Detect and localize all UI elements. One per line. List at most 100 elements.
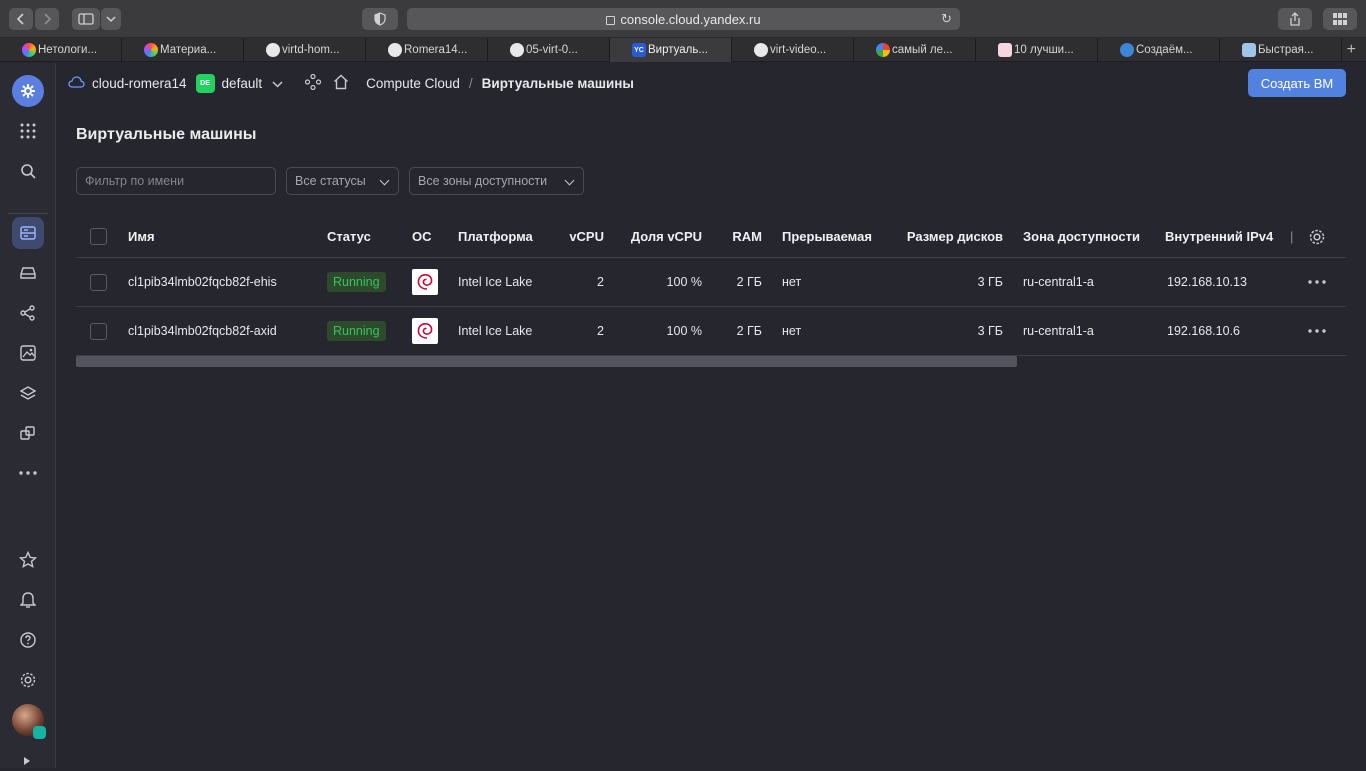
row-actions-button[interactable] — [1308, 307, 1326, 355]
chevron-down-icon — [379, 175, 390, 186]
column-header-ipv4[interactable]: Внутренний IPv4 — [1165, 216, 1273, 257]
tab-wordpress[interactable]: Создаём... — [1098, 38, 1220, 62]
avatar-badge-icon — [33, 726, 46, 739]
server-icon — [20, 226, 36, 240]
column-header-platform[interactable]: Платформа — [458, 216, 533, 257]
table-row[interactable]: cl1pib34lmb02fqcb82f-axid Running Intel … — [76, 307, 1346, 356]
breadcrumb-service[interactable]: Compute Cloud — [366, 76, 460, 91]
shield-icon — [374, 12, 386, 26]
tab-github-romera[interactable]: Romera14... — [366, 38, 488, 62]
lock-icon — [606, 15, 616, 25]
row-select-cell — [90, 307, 107, 355]
table-row[interactable]: cl1pib34lmb02fqcb82f-ehis Running Intel … — [76, 258, 1346, 307]
rail-item-images[interactable] — [12, 337, 44, 369]
google-icon — [876, 43, 890, 57]
rail-item-network[interactable] — [12, 297, 44, 329]
services-graph-icon[interactable] — [304, 73, 322, 93]
search-button[interactable] — [12, 155, 44, 187]
forward-button[interactable] — [35, 8, 59, 30]
more-horizontal-icon — [19, 471, 37, 475]
cloud-icon — [68, 75, 85, 91]
rail-item-virtual-machines[interactable] — [12, 217, 44, 249]
rail-more-button[interactable] — [12, 457, 44, 489]
table-settings-button[interactable] — [1308, 216, 1326, 257]
netology-favicon-icon — [22, 43, 36, 57]
tab-yandex-cloud[interactable]: YC Виртуаль... — [610, 38, 732, 62]
address-bar[interactable]: console.cloud.yandex.ru ↻ — [407, 8, 960, 30]
page-title: Виртуальные машины — [76, 126, 257, 143]
horizontal-scrollbar[interactable] — [76, 356, 1017, 367]
zone-filter-select[interactable]: Все зоны доступности — [409, 167, 584, 195]
github-icon — [266, 43, 280, 57]
image-icon — [20, 345, 36, 361]
tab-google[interactable]: самый ле... — [854, 38, 976, 62]
ram-cell: 2 ГБ — [736, 275, 762, 289]
tab-materials[interactable]: Материа... — [122, 38, 244, 62]
tab-vc-ru[interactable]: 10 лучши... — [976, 38, 1098, 62]
netology-favicon-icon — [144, 43, 158, 57]
select-all-checkbox[interactable] — [90, 228, 107, 245]
github-icon — [510, 43, 524, 57]
disk-size-cell: 3 ГБ — [977, 324, 1003, 338]
workspace-badge: DE — [195, 73, 215, 93]
notifications-button[interactable] — [12, 584, 44, 616]
sidebar-toggle-button[interactable] — [72, 8, 100, 30]
column-header-os[interactable]: ОС — [412, 216, 432, 257]
tab-overview-button[interactable] — [1323, 8, 1357, 30]
address-url: console.cloud.yandex.ru — [620, 11, 761, 27]
share-button[interactable] — [1278, 8, 1312, 30]
favorites-button[interactable] — [12, 544, 44, 576]
avatar[interactable] — [12, 704, 46, 739]
more-horizontal-icon — [1308, 280, 1326, 284]
debian-icon — [412, 318, 438, 344]
chevron-left-icon — [16, 13, 24, 25]
sidebar-menu-button[interactable] — [101, 8, 121, 30]
status-badge: Running — [327, 272, 386, 292]
status-filter-select[interactable]: Все статусы — [286, 167, 399, 195]
back-button[interactable] — [9, 8, 33, 30]
column-header-status[interactable]: Статус — [327, 216, 371, 257]
reload-icon[interactable]: ↻ — [941, 11, 952, 27]
column-header-name[interactable]: Имя — [128, 216, 155, 257]
zone-cell: ru-central1-a — [1023, 275, 1094, 289]
breadcrumb-cloud[interactable]: cloud-romera14 — [92, 76, 187, 91]
row-checkbox[interactable] — [90, 322, 107, 340]
column-header-vcpu-share[interactable]: Доля vCPU — [631, 216, 702, 257]
yandex-cloud-icon: YC — [632, 43, 646, 57]
rail-item-instance-groups[interactable] — [12, 417, 44, 449]
apps-grid-icon — [20, 123, 36, 139]
search-icon — [21, 164, 36, 179]
tab-netology[interactable]: Нетологи... — [0, 38, 122, 62]
collapse-rail-button[interactable] — [22, 753, 32, 771]
bell-icon — [20, 592, 36, 608]
yandex-cloud-logo-button[interactable] — [12, 75, 44, 107]
name-filter-input[interactable] — [76, 167, 276, 195]
new-tab-button[interactable]: + — [1342, 38, 1366, 61]
settings-button[interactable] — [12, 664, 44, 696]
column-header-vcpu[interactable]: vCPU — [569, 216, 604, 257]
vm-name[interactable]: cl1pib34lmb02fqcb82f-axid — [128, 307, 277, 355]
help-button[interactable] — [12, 624, 44, 656]
create-vm-button[interactable]: Создать ВМ — [1248, 69, 1346, 97]
row-actions-button[interactable] — [1308, 258, 1326, 306]
vm-name[interactable]: cl1pib34lmb02fqcb82f-ehis — [128, 258, 277, 306]
column-header-preemptible[interactable]: Прерываемая — [782, 216, 872, 257]
tab-quick[interactable]: Быстрая... — [1220, 38, 1342, 62]
column-header-ram[interactable]: RAM — [732, 216, 762, 257]
rail-item-snapshots[interactable] — [12, 377, 44, 409]
network-icon — [20, 305, 35, 321]
breadcrumb-folder[interactable]: default — [222, 76, 263, 91]
tab-github-05-virt[interactable]: 05-virt-0... — [488, 38, 610, 62]
star-icon — [19, 551, 37, 569]
all-services-button[interactable] — [12, 115, 44, 147]
column-header-disk-size[interactable]: Размер дисков — [907, 216, 1003, 257]
status-filter-value: Все статусы — [295, 174, 366, 188]
row-checkbox[interactable] — [90, 273, 107, 291]
column-header-zone[interactable]: Зона доступности — [1023, 216, 1140, 257]
tab-github-virt-video[interactable]: virt-video... — [732, 38, 854, 62]
rail-item-disks[interactable] — [12, 257, 44, 289]
folder-chevron-down-icon[interactable] — [272, 76, 283, 91]
privacy-shield-button[interactable] — [362, 8, 398, 30]
home-icon[interactable] — [333, 74, 349, 93]
tab-github-virtd[interactable]: virtd-hom... — [244, 38, 366, 62]
